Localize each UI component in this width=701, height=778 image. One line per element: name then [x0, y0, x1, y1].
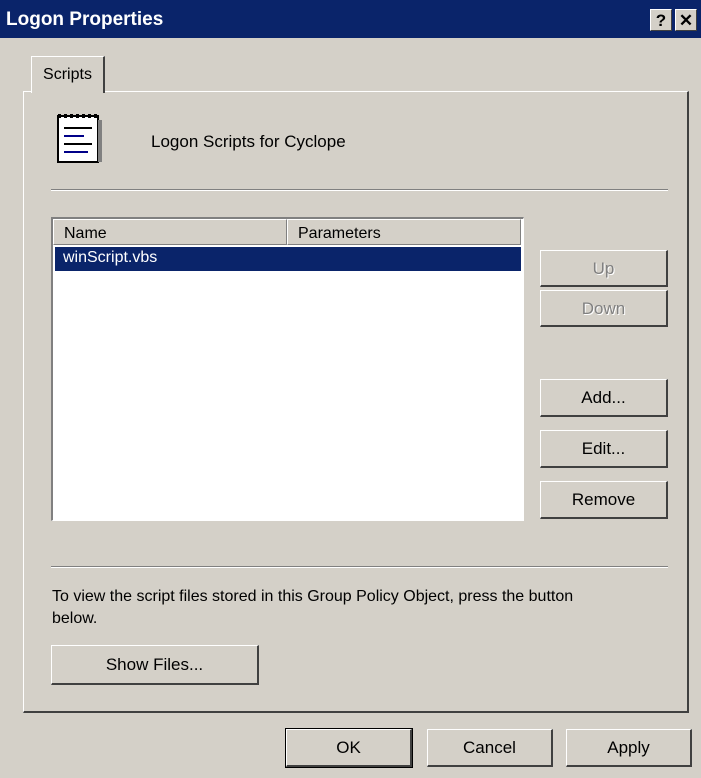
scripts-list[interactable]: Name Parameters winScript.vbs	[51, 217, 524, 521]
show-files-button[interactable]: Show Files...	[51, 645, 259, 685]
window-title: Logon Properties	[6, 9, 164, 30]
help-button[interactable]: ?	[650, 9, 672, 31]
close-button[interactable]: ✕	[675, 9, 697, 31]
cancel-button[interactable]: Cancel	[427, 729, 553, 767]
apply-button[interactable]: Apply	[566, 729, 692, 767]
ok-button[interactable]: OK	[285, 728, 413, 768]
show-files-note: To view the script files stored in this …	[52, 588, 574, 627]
separator-top	[51, 189, 668, 191]
separator-bottom	[51, 566, 668, 568]
header-text: Logon Scripts for Cyclope	[151, 132, 346, 151]
add-button[interactable]: Add...	[540, 379, 668, 417]
script-icon	[54, 114, 104, 166]
up-button[interactable]: Up	[540, 250, 668, 287]
tab-scripts[interactable]: Scripts	[31, 56, 105, 93]
list-item-name: winScript.vbs	[63, 249, 158, 266]
remove-button[interactable]: Remove	[540, 481, 668, 519]
title-bar[interactable]: Logon Properties ? ✕	[0, 0, 701, 38]
down-button[interactable]: Down	[540, 290, 668, 327]
edit-button[interactable]: Edit...	[540, 430, 668, 468]
column-header-parameters[interactable]: Parameters	[287, 219, 521, 245]
column-header-name[interactable]: Name	[53, 219, 287, 245]
list-item[interactable]: winScript.vbs	[55, 247, 521, 271]
